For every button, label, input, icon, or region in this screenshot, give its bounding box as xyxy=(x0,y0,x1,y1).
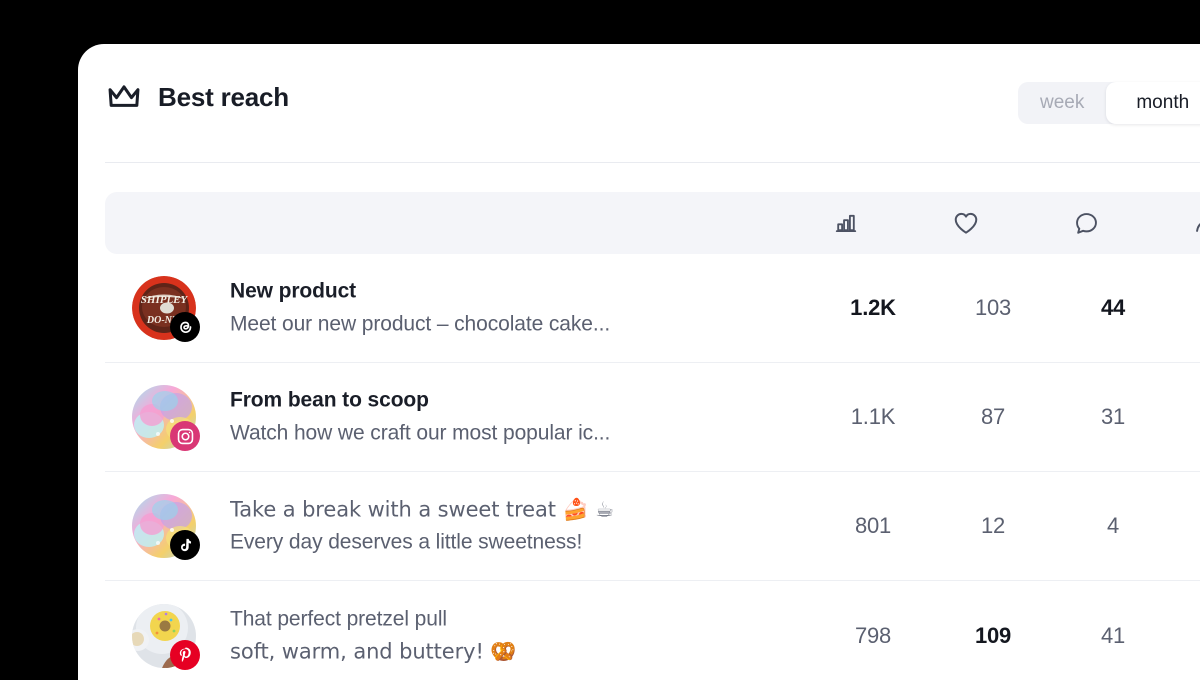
metric-comments: 4 xyxy=(1106,513,1120,538)
toggle-option-month[interactable]: month xyxy=(1106,82,1200,124)
card-header-left: Best reach xyxy=(105,78,289,116)
page-title: Best reach xyxy=(158,82,289,112)
avatar: SHIPLEY DO-NU xyxy=(132,276,200,342)
network-badge-tiktok xyxy=(170,530,200,560)
post-title: New product xyxy=(230,279,357,303)
post-text: From bean to scoop Watch how we craft ou… xyxy=(230,384,790,449)
table-column-header xyxy=(105,192,1200,254)
crown-icon xyxy=(105,78,143,116)
post-title: That perfect pretzel pull xyxy=(230,606,447,630)
metric-reach: 1.1K xyxy=(850,404,896,429)
header-divider xyxy=(105,162,1200,163)
network-badge-pinterest xyxy=(170,639,200,670)
svg-text:SHIPLEY: SHIPLEY xyxy=(141,294,189,306)
best-reach-card: Best reach week month SHIPLEY DO-NU New … xyxy=(78,44,1200,680)
table-row[interactable]: SHIPLEY DO-NU New product Meet our new p… xyxy=(105,254,1200,363)
metric-reach: 1.2K xyxy=(850,295,896,320)
metric-shares: 0 xyxy=(1178,404,1200,430)
column-header-shares[interactable] xyxy=(1151,192,1200,254)
avatar xyxy=(132,385,200,451)
post-subtitle: Every day deserves a little sweetness! xyxy=(230,530,583,553)
metric-likes: 103 xyxy=(974,295,1012,320)
column-header-likes[interactable] xyxy=(911,192,1021,254)
metric-comments: 44 xyxy=(1100,295,1126,320)
toggle-option-week[interactable]: week xyxy=(1018,82,1106,124)
metric-comments: 41 xyxy=(1100,622,1126,648)
avatar xyxy=(132,494,200,560)
post-subtitle: Meet our new product – chocolate cake... xyxy=(230,312,611,335)
avatar xyxy=(132,603,200,670)
metric-likes: 87 xyxy=(980,404,1006,429)
metric-likes: 12 xyxy=(980,513,1006,538)
column-header-comments[interactable] xyxy=(1031,192,1141,254)
share-icon xyxy=(1193,210,1200,237)
metric-likes: 109 xyxy=(974,622,1012,648)
metric-shares: 5 xyxy=(1178,623,1200,649)
comment-icon xyxy=(1073,210,1100,237)
column-header-reach[interactable] xyxy=(791,192,901,254)
table-row[interactable]: Take a break with a sweet treat 🍰 ☕ Ever… xyxy=(105,472,1200,581)
metric-shares: 4 xyxy=(1178,295,1200,321)
card-header: Best reach week month xyxy=(78,44,1200,163)
table-row[interactable]: That perfect pretzel pull soft, warm, an… xyxy=(105,581,1200,680)
metric-comments: 31 xyxy=(1100,404,1126,429)
post-text: Take a break with a sweet treat 🍰 ☕ Ever… xyxy=(230,493,790,558)
posts-list: SHIPLEY DO-NU New product Meet our new p… xyxy=(78,254,1200,680)
heart-icon xyxy=(952,209,980,237)
post-text: New product Meet our new product – choco… xyxy=(230,275,790,340)
metric-reach: 798 xyxy=(854,622,892,648)
bar-chart-icon xyxy=(833,210,859,236)
network-badge-instagram xyxy=(170,421,200,451)
network-badge-threads xyxy=(170,312,200,342)
screen-root: Best reach week month SHIPLEY DO-NU New … xyxy=(0,0,1200,680)
post-title: Take a break with a sweet treat 🍰 ☕ xyxy=(230,497,614,522)
metric-shares: 0 xyxy=(1178,513,1200,539)
post-subtitle: Watch how we craft our most popular ic..… xyxy=(230,421,611,444)
post-text: That perfect pretzel pull soft, warm, an… xyxy=(230,603,790,668)
table-row[interactable]: From bean to scoop Watch how we craft ou… xyxy=(105,363,1200,472)
metric-reach: 801 xyxy=(854,513,892,538)
post-title: From bean to scoop xyxy=(230,388,429,412)
post-subtitle: soft, warm, and buttery! 🥨 xyxy=(230,639,517,664)
period-toggle[interactable]: week month xyxy=(1018,82,1200,124)
